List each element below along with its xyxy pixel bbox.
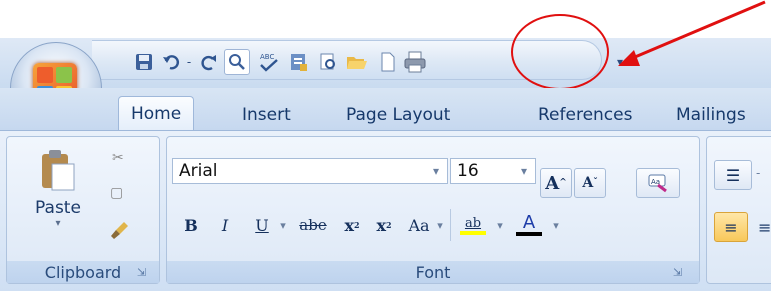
font-size-dropdown-icon[interactable]: ▾: [513, 159, 535, 183]
font-name-combobox[interactable]: Arial ▾: [172, 158, 448, 184]
font-name-value: Arial: [179, 161, 218, 181]
redo-icon[interactable]: [198, 49, 220, 75]
strikethrough-glyph: abe: [299, 216, 327, 234]
align-center-icon[interactable]: ≡: [758, 218, 771, 237]
tab-references[interactable]: References: [526, 100, 644, 130]
bold-button[interactable]: B: [178, 210, 204, 240]
align-left-button[interactable]: ≡: [714, 212, 748, 242]
paste-icon: [42, 150, 75, 191]
undo-dropdown-icon[interactable]: -: [183, 49, 195, 75]
tab-insert[interactable]: Insert: [230, 100, 303, 130]
underline-dropdown-icon[interactable]: ▾: [276, 210, 290, 240]
print-icon[interactable]: [402, 49, 428, 75]
change-case-button[interactable]: Aa: [404, 210, 434, 240]
italic-button[interactable]: I: [212, 210, 238, 240]
underline-button[interactable]: U: [250, 210, 274, 240]
preview-icon[interactable]: [317, 49, 339, 75]
font-name-dropdown-icon[interactable]: ▾: [425, 159, 447, 183]
font-group-label: Font: [167, 261, 699, 283]
shrink-font-button[interactable]: Aˇ: [574, 168, 606, 198]
font-color-swatch: [516, 232, 542, 236]
clipboard-dialog-launcher-icon[interactable]: ⇲: [137, 266, 146, 279]
change-case-glyph: Aa: [408, 215, 430, 235]
spelling-icon[interactable]: ABC: [257, 49, 281, 75]
paste-label: Paste: [35, 198, 81, 218]
font-dialog-launcher-icon[interactable]: ⇲: [673, 266, 682, 279]
grow-font-button[interactable]: A ^: [540, 168, 572, 198]
bullets-icon: ☰: [725, 165, 741, 185]
highlight-glyph: ab: [464, 215, 482, 231]
font-size-combobox[interactable]: 16 ▾: [450, 158, 536, 184]
paragraph-group: [706, 136, 771, 284]
superscript-button[interactable]: x2: [370, 210, 398, 240]
underline-glyph: U: [255, 215, 269, 235]
print-preview-icon[interactable]: [224, 49, 250, 75]
highlight-color-swatch: [460, 230, 486, 235]
subscript-button[interactable]: x2: [338, 210, 366, 240]
cut-icon[interactable]: ✂: [112, 150, 124, 166]
tab-home[interactable]: Home: [118, 96, 195, 131]
copy-icon[interactable]: ▢: [110, 185, 123, 201]
paste-button[interactable]: Paste ▾: [26, 142, 90, 266]
superscript-glyph: x: [376, 215, 386, 235]
undo-icon[interactable]: [160, 49, 182, 75]
paste-dropdown-icon: ▾: [55, 218, 61, 229]
font-label-text: Font: [415, 262, 451, 282]
save-icon[interactable]: [132, 49, 156, 75]
change-case-dropdown-icon[interactable]: ▾: [434, 210, 446, 240]
italic-glyph: I: [221, 215, 229, 235]
format-painter-icon[interactable]: [110, 220, 130, 244]
highlight-dropdown-icon[interactable]: ▾: [494, 210, 506, 240]
shrink-font-glyph: A: [582, 175, 594, 191]
clear-formatting-button[interactable]: Aa: [636, 168, 680, 198]
strikethrough-button[interactable]: abe: [294, 210, 332, 240]
font-color-button[interactable]: A: [512, 210, 546, 240]
svg-text:ABC: ABC: [260, 53, 274, 61]
annotation-circle: [511, 14, 609, 90]
tab-page-layout[interactable]: Page Layout: [334, 100, 462, 130]
open-icon[interactable]: [345, 49, 369, 75]
blank-document-icon[interactable]: [379, 49, 397, 75]
tab-mailings[interactable]: Mailings: [664, 100, 758, 130]
new-icon[interactable]: [288, 49, 310, 75]
text-highlight-button[interactable]: ab: [456, 210, 490, 240]
font-separator: [450, 209, 451, 241]
clear-formatting-icon: Aa: [648, 174, 667, 193]
bold-glyph: B: [184, 215, 198, 235]
bullets-dropdown-icon[interactable]: -: [756, 166, 760, 180]
font-color-glyph: A: [522, 212, 536, 233]
align-left-icon: ≡: [724, 217, 738, 237]
grow-font-glyph: A: [545, 172, 560, 194]
font-size-value: 16: [457, 161, 479, 181]
annotation-arrow-icon: [618, 0, 766, 66]
subscript-glyph: x: [344, 215, 354, 235]
font-color-dropdown-icon[interactable]: ▾: [550, 210, 562, 240]
bullets-button[interactable]: ☰: [714, 160, 752, 190]
